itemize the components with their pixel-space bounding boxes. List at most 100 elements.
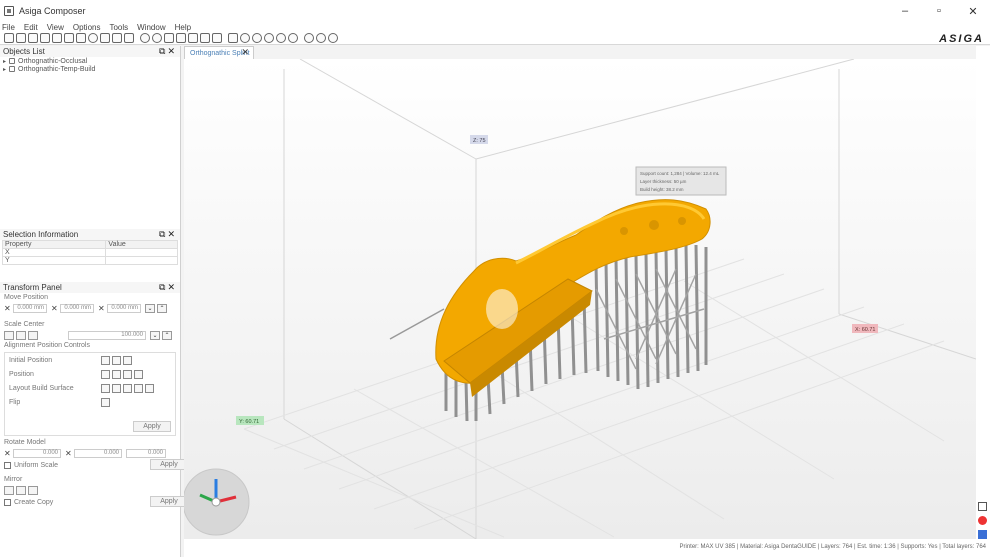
mirror-z-icon[interactable] [28,485,38,495]
3d-viewport[interactable]: Support count: 1,284 | Volume: 12.4 mL L… [182,58,977,540]
maximize-button[interactable]: ▫ [922,0,956,22]
create-copy-apply-button[interactable]: Apply [150,496,188,507]
zoom-out-icon[interactable] [328,33,338,43]
mirror-x-icon[interactable] [4,485,14,495]
tree-item[interactable]: ▸ Orthognathic-Temp-Build [0,65,180,73]
menu-options[interactable]: Options [73,23,101,32]
settings-icon[interactable] [88,33,98,43]
rotate-y-input[interactable]: 0.000 [74,448,122,458]
printer-icon[interactable] [124,33,134,43]
view-iso-icon[interactable] [264,33,274,43]
table-row[interactable]: X [1,248,178,257]
app-icon [4,6,14,16]
layout-icon[interactable] [123,384,132,393]
build-icon[interactable] [76,33,86,43]
layout-icon[interactable] [134,384,143,393]
screen-icon[interactable] [978,502,987,511]
layout-icon[interactable] [112,384,121,393]
mirror-row [0,484,180,496]
menu-window[interactable]: Window [137,23,165,32]
zoom-in-icon[interactable] [316,33,326,43]
menu-edit[interactable]: Edit [24,23,38,32]
view-orientation-gizmo[interactable] [182,468,250,536]
right-tool-strip [976,46,990,557]
translate-z-input[interactable]: 0.000 mm [107,303,141,313]
rotate-x-input[interactable]: 0.000 [13,448,61,458]
view-back-icon[interactable] [276,33,286,43]
layout-icon[interactable] [101,384,110,393]
view-front-icon[interactable] [228,33,238,43]
menu-view[interactable]: View [47,23,64,32]
print-icon[interactable] [64,33,74,43]
translate-y-input[interactable]: 0.000 mm [60,303,94,313]
slice-icon[interactable] [100,33,110,43]
flip-icon[interactable] [101,398,110,407]
scale-input[interactable]: 100.000 [68,330,146,340]
asiga-logo: ASIGA [939,33,984,45]
tree-item[interactable]: ▸ Orthognathic-Occlusal [0,57,180,65]
menu-file[interactable]: File [2,23,15,32]
redo-icon[interactable] [152,33,162,43]
layout-build-surface-label: Layout Build Surface [9,385,74,392]
info-tooltip: Support count: 1,284 | Volume: 12.4 mL L… [635,166,727,196]
info-icon[interactable] [978,530,987,539]
support-icon[interactable] [200,33,210,43]
open-file-icon[interactable] [16,33,26,43]
uniform-scale-checkbox[interactable] [4,461,11,469]
close-tab-icon[interactable]: ✕ [241,47,249,58]
create-copy-label: Create Copy [14,498,54,506]
menu-tools[interactable]: Tools [109,23,128,32]
close-button[interactable]: ✕ [956,0,990,22]
minimize-button[interactable]: – [888,0,922,22]
objects-list-title: Objects List [3,47,45,56]
properties-table: Property Value X Y [1,240,178,265]
scale-mode-icon[interactable] [28,330,38,340]
position-icon[interactable] [123,370,132,379]
view-bottom-icon[interactable] [288,33,298,43]
alert-icon[interactable] [978,516,987,525]
position-icon[interactable] [134,370,143,379]
align-icon[interactable] [123,356,132,365]
scale-mode-icon[interactable] [16,330,26,340]
zoom-fit-icon[interactable] [304,33,314,43]
window-title: Asiga Composer [19,6,86,16]
view-side-icon[interactable] [252,33,262,43]
y-axis-icon: ✕ [51,303,58,313]
translate-x-input[interactable]: 0.000 mm [13,303,47,313]
pencil-icon[interactable] [212,33,222,43]
table-row[interactable]: Y [1,256,178,265]
undo-icon[interactable] [140,33,150,43]
move-icon[interactable] [176,33,186,43]
panel-float-close-icon[interactable]: ⧉✕ [159,229,177,240]
view-top-icon[interactable] [240,33,250,43]
mirror-y-icon[interactable] [16,485,26,495]
x-axis-icon: ✕ [4,303,11,313]
apply-button[interactable]: Apply [133,421,171,432]
viewport-tab[interactable]: Orthognathic Splint ✕ [184,46,254,59]
chevron-down-icon[interactable]: ⌄ [145,303,155,313]
grid-icon[interactable] [188,33,198,43]
panel-float-close-icon[interactable]: ⧉✕ [159,46,177,57]
chevron-up-icon[interactable]: ⌃ [157,303,167,313]
delete-icon[interactable] [164,33,174,43]
chevron-up-icon[interactable]: ⌃ [162,330,172,340]
menu-help[interactable]: Help [175,23,191,32]
send-icon[interactable] [112,33,122,43]
align-icon[interactable] [101,356,110,365]
import-icon[interactable] [40,33,50,43]
scene-canvas[interactable]: Support count: 1,284 | Volume: 12.4 mL L… [182,58,977,540]
position-icon[interactable] [112,370,121,379]
uniform-apply-button[interactable]: Apply [150,459,188,470]
panel-float-close-icon[interactable]: ⧉✕ [159,282,177,293]
rotate-z-input[interactable]: 0.000 [126,448,166,458]
align-icon[interactable] [112,356,121,365]
new-file-icon[interactable] [4,33,14,43]
save-icon[interactable] [28,33,38,43]
chevron-down-icon[interactable]: ⌄ [150,330,160,340]
scale-mode-icon[interactable] [4,330,14,340]
position-icon[interactable] [101,370,110,379]
create-copy-checkbox[interactable] [4,498,11,506]
gizmo-center[interactable] [211,497,221,507]
layout-icon[interactable] [145,384,154,393]
export-icon[interactable] [52,33,62,43]
